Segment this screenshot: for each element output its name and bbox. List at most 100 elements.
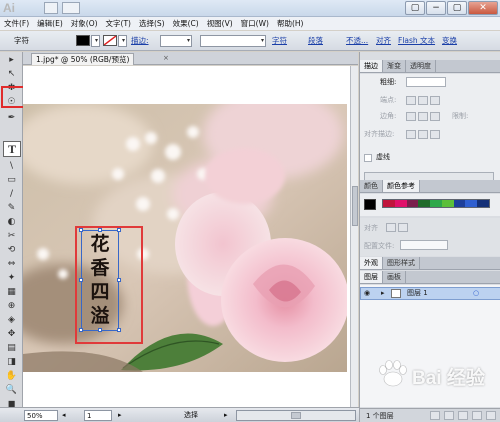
document-tab[interactable]: 1.jpg* @ 50% (RGB/预览): [31, 53, 135, 65]
stroke-weight-input[interactable]: ▾: [160, 35, 192, 47]
menu-file[interactable]: 文件(F): [0, 17, 33, 30]
frame-handle[interactable]: [117, 228, 121, 232]
color-swatch[interactable]: [406, 200, 419, 207]
round-join-button[interactable]: [418, 112, 428, 121]
align-link[interactable]: 对齐: [376, 36, 391, 46]
new-sublayer-button[interactable]: [458, 411, 468, 420]
color-swatch[interactable]: [441, 200, 454, 207]
scrollbar-thumb[interactable]: [352, 186, 358, 226]
make-clipping-mask-button[interactable]: [444, 411, 454, 420]
bridge-icon[interactable]: [44, 2, 58, 14]
color-swatch[interactable]: [383, 200, 395, 207]
type-tool-icon[interactable]: T: [3, 141, 21, 157]
align-center-button[interactable]: [406, 130, 416, 139]
menu-edit[interactable]: 编辑(E): [33, 17, 67, 30]
frame-handle[interactable]: [79, 328, 83, 332]
blob-brush-tool-icon[interactable]: ◐: [3, 216, 20, 228]
page-field[interactable]: 1: [84, 410, 112, 421]
rotate-tool-icon[interactable]: ⟲: [3, 244, 20, 256]
dashed-line-checkbox[interactable]: [364, 154, 372, 162]
hand-tool-icon[interactable]: ✋: [3, 370, 20, 382]
menu-window[interactable]: 窗口(W): [237, 17, 273, 30]
font-family-input[interactable]: ▾: [200, 35, 266, 47]
mesh-tool-icon[interactable]: ◈: [3, 314, 20, 326]
line-tool-icon[interactable]: \: [3, 160, 20, 172]
rectangle-tool-icon[interactable]: ▭: [3, 174, 20, 186]
color-swatch[interactable]: [453, 200, 466, 207]
delete-layer-button[interactable]: [486, 411, 496, 420]
opacity-link[interactable]: 不透...: [346, 36, 368, 46]
menu-help[interactable]: 帮助(H): [273, 17, 308, 30]
color-swatch[interactable]: [430, 200, 442, 207]
tab-transparency[interactable]: 透明度: [406, 60, 436, 72]
color-swatch[interactable]: [418, 200, 431, 207]
locate-object-button[interactable]: [430, 411, 440, 420]
menu-object[interactable]: 对象(O): [67, 17, 102, 30]
pen-tool-icon[interactable]: ✒: [3, 112, 20, 124]
tab-graphic-styles[interactable]: 图形样式: [383, 257, 420, 269]
tab-appearance[interactable]: 外观: [360, 257, 383, 269]
character-link[interactable]: 字符: [272, 36, 287, 46]
close-button[interactable]: ✕: [468, 1, 498, 15]
free-transform-tool-icon[interactable]: ✦: [3, 272, 20, 284]
menu-select[interactable]: 选择(S): [135, 17, 169, 30]
gradient-tool-icon[interactable]: ✥: [3, 328, 20, 340]
harmony-swatches[interactable]: [382, 199, 490, 208]
flash-text-link[interactable]: Flash 文本: [398, 36, 435, 46]
frame-handle[interactable]: [117, 278, 121, 282]
paragraph-link[interactable]: 段落: [308, 36, 323, 46]
visibility-eye-icon[interactable]: ◉: [364, 289, 370, 298]
miter-join-button[interactable]: [406, 112, 416, 121]
frame-handle[interactable]: [79, 228, 83, 232]
tab-color[interactable]: 颜色: [360, 180, 383, 192]
paintbrush-tool-icon[interactable]: /: [3, 188, 20, 200]
tab-stroke[interactable]: 描边: [360, 60, 383, 72]
scrollbar-thumb[interactable]: [291, 412, 301, 419]
align-outside-button[interactable]: [430, 130, 440, 139]
tab-layers[interactable]: 图层: [360, 271, 383, 283]
close-tab-icon[interactable]: ×: [163, 54, 169, 62]
status-menu-icon[interactable]: ▸: [224, 411, 228, 420]
frame-handle[interactable]: [98, 328, 102, 332]
menu-effect[interactable]: 效果(C): [169, 17, 203, 30]
vertical-text-frame[interactable]: 花 香 四 溢: [79, 228, 121, 332]
profile-dropdown[interactable]: [400, 240, 448, 250]
zoom-tool-icon[interactable]: 🔍: [3, 384, 20, 396]
graph-tool-icon[interactable]: ▦: [3, 286, 20, 298]
align-inside-button[interactable]: [418, 130, 428, 139]
tab-artboards[interactable]: 画板: [383, 271, 406, 283]
color-swatch[interactable]: [465, 200, 478, 207]
shape-builder-tool-icon[interactable]: ⊕: [3, 300, 20, 312]
pencil-tool-icon[interactable]: ✎: [3, 202, 20, 214]
tab-color-guide[interactable]: 颜色参考: [383, 180, 420, 192]
menu-view[interactable]: 视图(V): [203, 17, 237, 30]
target-circle-icon[interactable]: ○: [473, 289, 479, 298]
fill-dropdown[interactable]: ▾: [91, 35, 100, 47]
square-cap-button[interactable]: [430, 96, 440, 105]
frame-handle[interactable]: [79, 278, 83, 282]
next-page-icon[interactable]: ▸: [118, 411, 122, 420]
tab-gradient[interactable]: 渐变: [383, 60, 406, 72]
frame-handle[interactable]: [117, 328, 121, 332]
minimize-button[interactable]: −: [426, 1, 446, 15]
transform-link[interactable]: 变换: [442, 36, 457, 46]
workspace-button[interactable]: ▢: [405, 1, 425, 15]
align-center-h-button[interactable]: [398, 223, 408, 232]
bevel-join-button[interactable]: [430, 112, 440, 121]
width-tool-icon[interactable]: ⇔: [3, 258, 20, 270]
maximize-button[interactable]: ▢: [447, 1, 467, 15]
expand-triangle-icon[interactable]: ▸: [381, 289, 385, 298]
new-layer-button[interactable]: [472, 411, 482, 420]
menu-type[interactable]: 文字(T): [102, 17, 135, 30]
color-swatch[interactable]: [394, 200, 407, 207]
stroke-dropdown[interactable]: ▾: [118, 35, 127, 47]
artboard-canvas[interactable]: 花 香 四 溢: [23, 66, 358, 407]
scissors-tool-icon[interactable]: ✂: [3, 230, 20, 242]
stroke-link[interactable]: 描边:: [131, 36, 149, 46]
eyedropper-tool-icon[interactable]: ▤: [3, 342, 20, 354]
horizontal-scrollbar[interactable]: [236, 410, 356, 421]
stroke-swatch[interactable]: [103, 35, 117, 46]
color-swatch[interactable]: [477, 200, 490, 207]
artboard-tool-icon[interactable]: ◨: [3, 356, 20, 368]
round-cap-button[interactable]: [418, 96, 428, 105]
